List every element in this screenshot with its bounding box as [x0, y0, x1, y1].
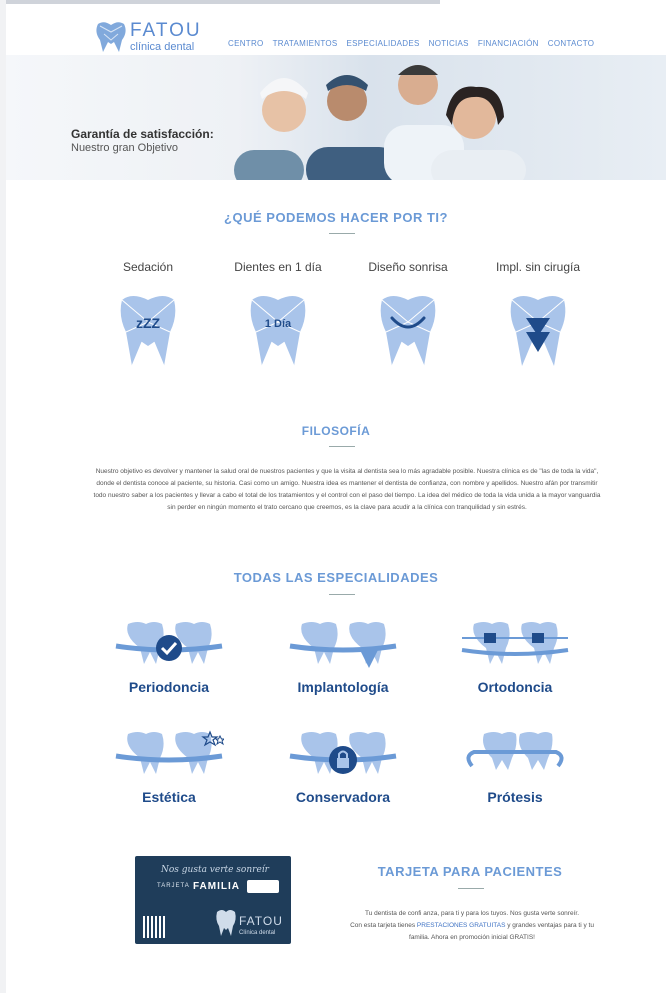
- philosophy-divider: [329, 446, 355, 447]
- philosophy-text: Nuestro objetivo es devolver y mantener …: [93, 468, 601, 511]
- brand-name: FATOU: [130, 20, 202, 41]
- brand-subtitle: clínica dental: [130, 41, 195, 53]
- tooth-smile-icon: [380, 296, 436, 367]
- services-title: ¿QUÉ PODEMOS HACER POR TI?: [224, 210, 448, 225]
- nav-item-noticias[interactable]: NOTICIAS: [429, 39, 469, 48]
- specialty-label: Conservadora: [295, 789, 391, 805]
- services-divider: [329, 233, 355, 234]
- nav-item-contacto[interactable]: CONTACTO: [548, 39, 595, 48]
- specialties-title: TODAS LAS ESPECIALIDADES: [233, 570, 439, 585]
- card-logo-subtitle: Clínica dental: [239, 930, 276, 936]
- teeth-prosthesis-icon: [466, 732, 564, 770]
- tooth-icon-text: 1 Día: [265, 318, 292, 330]
- nav-item-tratamientos[interactable]: TRATAMIENTOS: [273, 39, 338, 48]
- team-photo: [234, 65, 526, 180]
- specialty-label: Periodoncia: [128, 679, 210, 695]
- specialty-implantologia[interactable]: Implantología: [278, 620, 408, 695]
- specialty-label: Estética: [142, 789, 196, 805]
- hero-banner: Garantía de satisfacción: Nuestro gran O…: [6, 55, 666, 180]
- tooth-icon-text: zZZ: [136, 315, 161, 331]
- card-name-field: [247, 880, 279, 893]
- service-label: Diseño sonrisa: [368, 260, 448, 274]
- service-dientes-1-dia[interactable]: Dientes en 1 día 1 Día: [218, 260, 338, 377]
- service-label: Dientes en 1 día: [234, 260, 322, 274]
- free-benefits-link[interactable]: PRESTACIONES GRATUITAS: [417, 922, 505, 929]
- service-label: Impl. sin cirugía: [495, 260, 581, 274]
- specialty-estetica[interactable]: Estética: [104, 730, 234, 805]
- teeth-check-icon: [115, 622, 223, 664]
- specialty-conservadora[interactable]: Conservadora: [278, 730, 408, 805]
- main-nav: CENTRO TRATAMIENTOS ESPECIALIDADES NOTIC…: [228, 39, 594, 48]
- teeth-implant-icon: [289, 622, 397, 668]
- nav-item-financiacion[interactable]: FINANCIACIÓN: [478, 39, 539, 48]
- specialty-label: Implantología: [297, 679, 389, 695]
- patient-card-title: TARJETA PARA PACIENTES: [377, 864, 563, 879]
- card-logo-name: FATOU: [239, 914, 283, 928]
- service-label: Sedación: [122, 260, 174, 274]
- patient-card-line2-pre: Con esta tarjeta tienes: [350, 922, 417, 929]
- teeth-stars-icon: [115, 730, 226, 774]
- service-sedacion[interactable]: Sedación zZZ: [88, 260, 208, 377]
- teeth-lock-icon: [289, 732, 397, 774]
- service-impl-sin-cirugia[interactable]: Impl. sin cirugía: [478, 260, 598, 377]
- hero-title: Garantía de satisfacción:: [71, 127, 214, 141]
- family-card-image: Nos gusta verte sonreír TARJETA FAMILIA …: [135, 856, 291, 944]
- specialty-ortodoncia[interactable]: Ortodoncia: [450, 620, 580, 695]
- specialty-protesis[interactable]: Prótesis: [450, 730, 580, 805]
- hero-subtitle: Nuestro gran Objetivo: [71, 142, 178, 154]
- tooth-sleep-icon: zZZ: [120, 296, 176, 367]
- patient-card-text: Tu dentista de confi anza, para ti y par…: [344, 908, 600, 944]
- site-header: FATOU clínica dental CENTRO TRATAMIENTOS…: [6, 10, 666, 56]
- teeth-braces-icon: [461, 622, 569, 664]
- philosophy-title: FILOSOFÍA: [301, 424, 371, 438]
- patient-card-line2: Con esta tarjeta tienes PRESTACIONES GRA…: [344, 920, 600, 944]
- tooth-logo-icon: [96, 22, 126, 52]
- specialties-divider: [329, 594, 355, 595]
- browser-top-bar: [0, 0, 440, 4]
- specialty-periodoncia[interactable]: Periodoncia: [104, 620, 234, 695]
- tooth-arrow-down-icon: [510, 296, 566, 366]
- brand-logo[interactable]: FATOU clínica dental: [94, 20, 214, 56]
- qr-code-icon: [143, 916, 165, 938]
- card-familia-text: FAMILIA: [193, 881, 240, 892]
- tooth-logo-icon: [216, 910, 236, 936]
- patient-card-line1: Tu dentista de confi anza, para ti y par…: [364, 910, 579, 917]
- specialty-label: Ortodoncia: [477, 679, 553, 695]
- card-tarjeta-text: TARJETA: [157, 883, 190, 889]
- service-diseno-sonrisa[interactable]: Diseño sonrisa: [348, 260, 468, 377]
- patient-card-divider: [458, 888, 484, 889]
- card-script-text: Nos gusta verte sonreír: [161, 865, 269, 875]
- tooth-one-day-icon: 1 Día: [250, 296, 306, 367]
- nav-item-especialidades[interactable]: ESPECIALIDADES: [347, 39, 420, 48]
- specialty-label: Prótesis: [487, 789, 543, 805]
- nav-item-centro[interactable]: CENTRO: [228, 39, 264, 48]
